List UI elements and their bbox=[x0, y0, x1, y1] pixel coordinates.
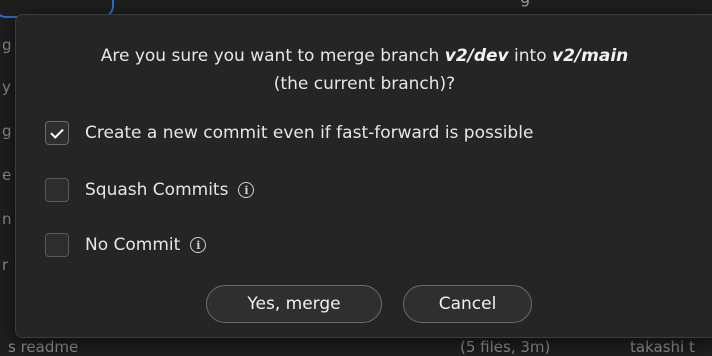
background-bottom-left: s readme bbox=[8, 338, 79, 356]
background-char: y bbox=[2, 78, 11, 96]
no-commit-checkbox[interactable] bbox=[45, 233, 69, 257]
merge-confirm-dialog: Are you sure you want to merge branch v2… bbox=[15, 14, 712, 338]
squash-commits-label: Squash Commits bbox=[85, 180, 229, 200]
info-icon[interactable]: i bbox=[238, 182, 255, 198]
cancel-button[interactable]: Cancel bbox=[403, 285, 532, 323]
create-commit-checkbox[interactable] bbox=[45, 121, 69, 145]
background-bottom-right: takashi t bbox=[630, 338, 695, 356]
source-branch-name: v2/dev bbox=[444, 46, 509, 66]
merge-question-line2: (the current branch)? bbox=[273, 74, 456, 94]
checkmark-icon bbox=[50, 124, 64, 139]
target-branch-name: v2/main bbox=[552, 46, 629, 66]
background-char: e bbox=[2, 166, 12, 184]
create-commit-label: Create a new commit even if fast-forward… bbox=[85, 123, 534, 143]
option-squash-commits[interactable]: Squash Commits i bbox=[45, 176, 255, 204]
squash-commits-checkbox[interactable] bbox=[45, 178, 69, 202]
no-commit-label: No Commit bbox=[85, 235, 181, 255]
question-mid: into bbox=[508, 46, 553, 66]
background-char: r bbox=[2, 256, 9, 274]
question-prefix: Are you sure you want to merge branch bbox=[100, 46, 445, 66]
info-icon[interactable]: i bbox=[190, 237, 207, 253]
background-char: g bbox=[2, 122, 12, 140]
background-text: g bbox=[520, 0, 530, 7]
background-bottom-mid: (5 files, 3m) bbox=[460, 338, 551, 356]
merge-question-line1: Are you sure you want to merge branch v2… bbox=[16, 42, 712, 70]
option-create-commit[interactable]: Create a new commit even if fast-forward… bbox=[45, 119, 533, 147]
yes-merge-button[interactable]: Yes, merge bbox=[206, 285, 382, 323]
option-no-commit[interactable]: No Commit i bbox=[45, 231, 207, 259]
background-char: g bbox=[2, 36, 12, 54]
background-char: n bbox=[2, 210, 12, 228]
merge-question: Are you sure you want to merge branch v2… bbox=[16, 42, 712, 98]
